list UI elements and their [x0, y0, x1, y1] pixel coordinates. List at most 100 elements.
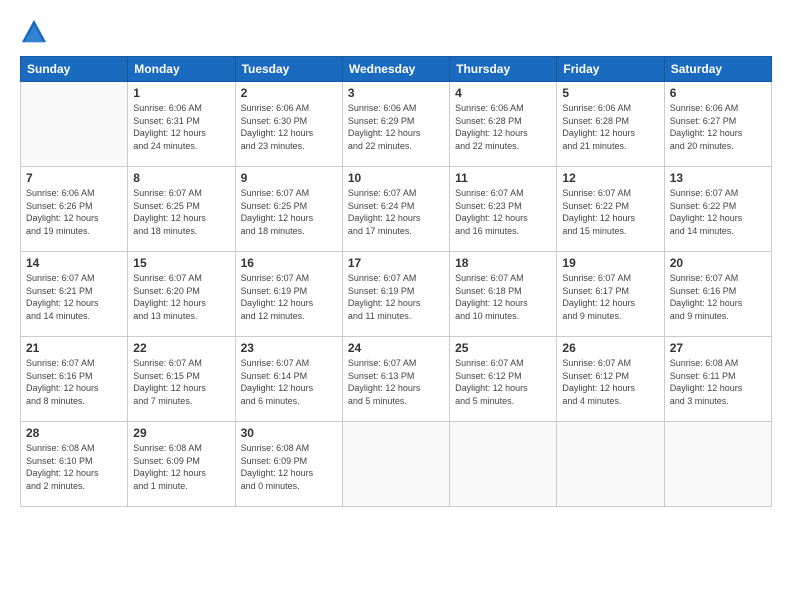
calendar-cell: 6 Sunrise: 6:06 AM Sunset: 6:27 PM Daylig… [664, 82, 771, 167]
calendar-cell: 17 Sunrise: 6:07 AM Sunset: 6:19 PM Dayli… [342, 252, 449, 337]
weekday-header-sunday: Sunday [21, 57, 128, 82]
day-number: 14 [26, 256, 122, 270]
calendar-cell: 26 Sunrise: 6:07 AM Sunset: 6:12 PM Dayli… [557, 337, 664, 422]
calendar-cell [557, 422, 664, 507]
day-number: 4 [455, 86, 551, 100]
day-info: Sunrise: 6:08 AM Sunset: 6:09 PM Dayligh… [241, 442, 337, 492]
day-info: Sunrise: 6:07 AM Sunset: 6:16 PM Dayligh… [670, 272, 766, 322]
day-info: Sunrise: 6:06 AM Sunset: 6:28 PM Dayligh… [562, 102, 658, 152]
day-info: Sunrise: 6:07 AM Sunset: 6:22 PM Dayligh… [670, 187, 766, 237]
day-number: 2 [241, 86, 337, 100]
day-number: 19 [562, 256, 658, 270]
calendar-cell: 23 Sunrise: 6:07 AM Sunset: 6:14 PM Dayli… [235, 337, 342, 422]
weekday-header-monday: Monday [128, 57, 235, 82]
day-info: Sunrise: 6:07 AM Sunset: 6:12 PM Dayligh… [455, 357, 551, 407]
day-info: Sunrise: 6:07 AM Sunset: 6:25 PM Dayligh… [133, 187, 229, 237]
weekday-header-saturday: Saturday [664, 57, 771, 82]
day-info: Sunrise: 6:07 AM Sunset: 6:14 PM Dayligh… [241, 357, 337, 407]
calendar-cell: 15 Sunrise: 6:07 AM Sunset: 6:20 PM Dayli… [128, 252, 235, 337]
day-info: Sunrise: 6:07 AM Sunset: 6:24 PM Dayligh… [348, 187, 444, 237]
calendar-cell: 19 Sunrise: 6:07 AM Sunset: 6:17 PM Dayli… [557, 252, 664, 337]
calendar-week-row: 14 Sunrise: 6:07 AM Sunset: 6:21 PM Dayli… [21, 252, 772, 337]
day-info: Sunrise: 6:07 AM Sunset: 6:22 PM Dayligh… [562, 187, 658, 237]
day-info: Sunrise: 6:07 AM Sunset: 6:16 PM Dayligh… [26, 357, 122, 407]
day-number: 28 [26, 426, 122, 440]
calendar-cell [21, 82, 128, 167]
calendar-cell: 25 Sunrise: 6:07 AM Sunset: 6:12 PM Dayli… [450, 337, 557, 422]
weekday-header-thursday: Thursday [450, 57, 557, 82]
calendar-cell: 29 Sunrise: 6:08 AM Sunset: 6:09 PM Dayli… [128, 422, 235, 507]
calendar-cell: 13 Sunrise: 6:07 AM Sunset: 6:22 PM Dayli… [664, 167, 771, 252]
day-info: Sunrise: 6:07 AM Sunset: 6:19 PM Dayligh… [348, 272, 444, 322]
day-info: Sunrise: 6:07 AM Sunset: 6:25 PM Dayligh… [241, 187, 337, 237]
day-info: Sunrise: 6:06 AM Sunset: 6:30 PM Dayligh… [241, 102, 337, 152]
logo-icon [20, 18, 48, 46]
weekday-header-wednesday: Wednesday [342, 57, 449, 82]
calendar-cell: 10 Sunrise: 6:07 AM Sunset: 6:24 PM Dayli… [342, 167, 449, 252]
day-number: 8 [133, 171, 229, 185]
calendar-cell: 18Sunrise: 6:07 AM Sunset: 6:18 PM Dayli… [450, 252, 557, 337]
logo [20, 18, 52, 46]
day-number: 11 [455, 171, 551, 185]
header [20, 18, 772, 46]
calendar-cell: 22Sunrise: 6:07 AM Sunset: 6:15 PM Dayli… [128, 337, 235, 422]
day-info: Sunrise: 6:07 AM Sunset: 6:15 PM Dayligh… [133, 357, 229, 407]
calendar-cell: 12 Sunrise: 6:07 AM Sunset: 6:22 PM Dayli… [557, 167, 664, 252]
calendar-cell [342, 422, 449, 507]
calendar-cell: 7 Sunrise: 6:06 AM Sunset: 6:26 PM Daylig… [21, 167, 128, 252]
page: SundayMondayTuesdayWednesdayThursdayFrid… [0, 0, 792, 612]
calendar-cell: 20 Sunrise: 6:07 AM Sunset: 6:16 PM Dayli… [664, 252, 771, 337]
day-number: 7 [26, 171, 122, 185]
day-number: 3 [348, 86, 444, 100]
calendar-cell: 28Sunrise: 6:08 AM Sunset: 6:10 PM Dayli… [21, 422, 128, 507]
calendar-cell [450, 422, 557, 507]
day-info: Sunrise: 6:07 AM Sunset: 6:20 PM Dayligh… [133, 272, 229, 322]
day-number: 24 [348, 341, 444, 355]
calendar-table: SundayMondayTuesdayWednesdayThursdayFrid… [20, 56, 772, 507]
calendar-cell: 5 Sunrise: 6:06 AM Sunset: 6:28 PM Daylig… [557, 82, 664, 167]
calendar-cell: 9 Sunrise: 6:07 AM Sunset: 6:25 PM Daylig… [235, 167, 342, 252]
calendar-cell: 8 Sunrise: 6:07 AM Sunset: 6:25 PM Daylig… [128, 167, 235, 252]
day-info: Sunrise: 6:07 AM Sunset: 6:17 PM Dayligh… [562, 272, 658, 322]
day-number: 30 [241, 426, 337, 440]
day-number: 29 [133, 426, 229, 440]
weekday-header-friday: Friday [557, 57, 664, 82]
day-number: 9 [241, 171, 337, 185]
day-info: Sunrise: 6:06 AM Sunset: 6:26 PM Dayligh… [26, 187, 122, 237]
day-number: 25 [455, 341, 551, 355]
day-info: Sunrise: 6:07 AM Sunset: 6:12 PM Dayligh… [562, 357, 658, 407]
day-number: 17 [348, 256, 444, 270]
calendar-week-row: 21 Sunrise: 6:07 AM Sunset: 6:16 PM Dayli… [21, 337, 772, 422]
day-info: Sunrise: 6:06 AM Sunset: 6:29 PM Dayligh… [348, 102, 444, 152]
day-number: 23 [241, 341, 337, 355]
day-number: 20 [670, 256, 766, 270]
day-number: 6 [670, 86, 766, 100]
calendar-cell: 11 Sunrise: 6:07 AM Sunset: 6:23 PM Dayli… [450, 167, 557, 252]
day-number: 26 [562, 341, 658, 355]
calendar-cell: 3 Sunrise: 6:06 AM Sunset: 6:29 PM Daylig… [342, 82, 449, 167]
day-number: 10 [348, 171, 444, 185]
calendar-cell: 4Sunrise: 6:06 AM Sunset: 6:28 PM Daylig… [450, 82, 557, 167]
weekday-header-row: SundayMondayTuesdayWednesdayThursdayFrid… [21, 57, 772, 82]
day-number: 16 [241, 256, 337, 270]
calendar-cell: 30 Sunrise: 6:08 AM Sunset: 6:09 PM Dayli… [235, 422, 342, 507]
day-number: 27 [670, 341, 766, 355]
calendar-cell: 14 Sunrise: 6:07 AM Sunset: 6:21 PM Dayli… [21, 252, 128, 337]
day-info: Sunrise: 6:07 AM Sunset: 6:18 PM Dayligh… [455, 272, 551, 322]
day-number: 13 [670, 171, 766, 185]
day-info: Sunrise: 6:07 AM Sunset: 6:23 PM Dayligh… [455, 187, 551, 237]
day-number: 1 [133, 86, 229, 100]
day-number: 21 [26, 341, 122, 355]
day-number: 15 [133, 256, 229, 270]
calendar-week-row: 28Sunrise: 6:08 AM Sunset: 6:10 PM Dayli… [21, 422, 772, 507]
day-info: Sunrise: 6:07 AM Sunset: 6:19 PM Dayligh… [241, 272, 337, 322]
calendar-cell: 1Sunrise: 6:06 AM Sunset: 6:31 PM Daylig… [128, 82, 235, 167]
calendar-cell: 2 Sunrise: 6:06 AM Sunset: 6:30 PM Daylig… [235, 82, 342, 167]
day-info: Sunrise: 6:07 AM Sunset: 6:21 PM Dayligh… [26, 272, 122, 322]
day-number: 12 [562, 171, 658, 185]
day-info: Sunrise: 6:08 AM Sunset: 6:09 PM Dayligh… [133, 442, 229, 492]
day-info: Sunrise: 6:08 AM Sunset: 6:11 PM Dayligh… [670, 357, 766, 407]
calendar-week-row: 7 Sunrise: 6:06 AM Sunset: 6:26 PM Daylig… [21, 167, 772, 252]
day-number: 5 [562, 86, 658, 100]
day-info: Sunrise: 6:06 AM Sunset: 6:27 PM Dayligh… [670, 102, 766, 152]
